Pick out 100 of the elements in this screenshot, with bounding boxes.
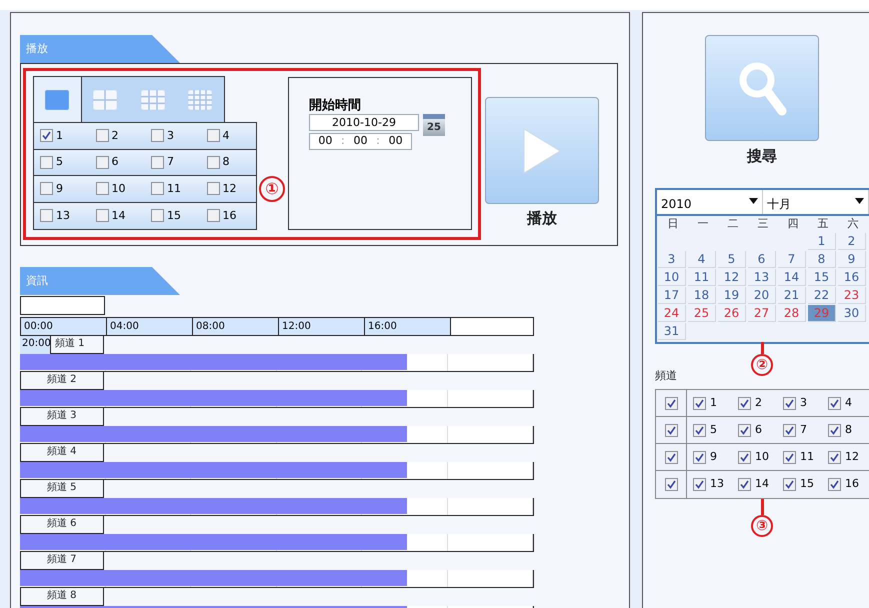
calendar-day[interactable]: 23 <box>838 286 866 304</box>
checkbox[interactable] <box>206 182 220 196</box>
checkbox[interactable] <box>151 129 164 142</box>
calendar-day[interactable]: 15 <box>808 268 836 286</box>
channel-label: 2 <box>755 394 762 411</box>
checked-checkbox[interactable] <box>664 396 678 410</box>
channel-label: 13 <box>56 208 70 224</box>
checkbox[interactable] <box>96 129 108 142</box>
calendar-day[interactable]: 7 <box>778 250 806 268</box>
calendar-day[interactable]: 13 <box>748 268 776 286</box>
checked-checkbox[interactable] <box>693 396 706 410</box>
calendar-day[interactable]: 6 <box>748 250 776 268</box>
channel-label: 11 <box>167 180 181 196</box>
checkbox[interactable] <box>96 182 108 196</box>
checked-checkbox[interactable] <box>693 424 706 436</box>
checked-checkbox[interactable] <box>783 478 796 491</box>
hour-label: 16:00 <box>365 318 451 335</box>
calendar-day[interactable]: 14 <box>778 268 806 286</box>
calendar-day[interactable]: 11 <box>688 268 716 286</box>
calendar-day[interactable]: 3 <box>658 250 686 268</box>
hour-label: 12:00 <box>279 318 365 335</box>
channel-label: 10 <box>112 180 126 196</box>
weekday-label: 六 <box>846 216 860 232</box>
channel-label: 3 <box>800 394 807 411</box>
channel-label: 6 <box>755 422 762 438</box>
calendar-day[interactable]: 27 <box>748 304 776 322</box>
play-icon <box>522 126 562 174</box>
checked-checkbox[interactable] <box>783 450 796 464</box>
checked-checkbox[interactable] <box>664 450 678 464</box>
calendar-day[interactable]: 30 <box>838 304 866 322</box>
checked-checkbox[interactable] <box>738 450 751 464</box>
calendar-day[interactable]: 17 <box>658 286 686 304</box>
channel-label: 6 <box>112 154 118 170</box>
calendar-button[interactable]: 25 <box>423 114 445 136</box>
year-dropdown[interactable]: 2010 <box>657 190 763 214</box>
calendar-day[interactable]: 25 <box>688 304 716 322</box>
channel-label: 1 <box>710 394 717 411</box>
calendar-day[interactable]: 20 <box>748 286 776 304</box>
calendar-day[interactable]: 2 <box>838 232 866 250</box>
calendar-day[interactable]: 9 <box>838 250 866 268</box>
checked-checkbox[interactable] <box>693 450 706 464</box>
checked-checkbox[interactable] <box>738 396 751 410</box>
calendar-day[interactable]: 16 <box>838 268 866 286</box>
checkbox[interactable] <box>206 209 220 222</box>
checkbox[interactable] <box>96 156 108 169</box>
channel-label: 15 <box>800 476 814 492</box>
calendar-day[interactable]: 19 <box>718 286 746 304</box>
checked-checkbox[interactable] <box>40 129 53 142</box>
calendar-day[interactable]: 4 <box>688 250 716 268</box>
weekday-label: 一 <box>696 216 710 232</box>
checked-checkbox[interactable] <box>693 478 706 491</box>
channel-label: 9 <box>710 448 717 465</box>
date-field[interactable]: 2010-10-29 <box>309 114 419 131</box>
channel-name: 頻道 1 <box>54 337 85 351</box>
channel-label: 5 <box>56 154 63 170</box>
channel-label: 12 <box>845 448 859 465</box>
checkbox[interactable] <box>40 156 53 169</box>
checked-checkbox[interactable] <box>738 424 751 436</box>
calendar-day[interactable]: 5 <box>718 250 746 268</box>
checked-checkbox[interactable] <box>828 478 841 491</box>
checkbox[interactable] <box>206 156 220 169</box>
checkbox[interactable] <box>206 129 220 142</box>
channel-label: 5 <box>710 422 717 438</box>
checked-checkbox[interactable] <box>783 396 796 410</box>
calendar-day[interactable]: 18 <box>688 286 716 304</box>
calendar-day[interactable]: 21 <box>778 286 806 304</box>
hour-label: 20:00 <box>20 336 50 354</box>
channel-label: 9 <box>56 180 63 196</box>
checkbox[interactable] <box>151 182 164 196</box>
checked-checkbox[interactable] <box>828 450 841 464</box>
checkbox[interactable] <box>151 156 164 169</box>
layout-tab[interactable] <box>34 77 82 122</box>
calendar-day[interactable]: 22 <box>808 286 836 304</box>
checked-checkbox[interactable] <box>828 396 841 410</box>
calendar-day[interactable]: 10 <box>658 268 686 286</box>
time-part: 00 <box>388 133 403 150</box>
time-field[interactable]: 00 : 00 : 00 <box>309 133 412 150</box>
calendar-day[interactable]: 12 <box>718 268 746 286</box>
calendar-day[interactable]: 31 <box>658 322 686 340</box>
checked-checkbox[interactable] <box>783 424 796 436</box>
month-dropdown[interactable]: 十月 <box>763 190 869 214</box>
calendar-day[interactable]: 8 <box>808 250 836 268</box>
calendar-day[interactable]: 24 <box>658 304 686 322</box>
calendar-day[interactable]: 28 <box>778 304 806 322</box>
checkbox[interactable] <box>40 182 53 196</box>
checked-checkbox[interactable] <box>664 424 678 436</box>
checkbox[interactable] <box>40 209 53 222</box>
hour-label: 08:00 <box>193 318 279 335</box>
grid-icon <box>188 90 212 110</box>
channel-label: 16 <box>845 476 859 492</box>
channel-label: 7 <box>167 154 174 170</box>
calendar-day[interactable]: 1 <box>808 232 836 250</box>
checked-checkbox[interactable] <box>664 478 678 491</box>
checked-checkbox[interactable] <box>738 478 751 491</box>
checked-checkbox[interactable] <box>828 424 841 436</box>
checkbox[interactable] <box>151 209 164 222</box>
dropdown-arrow-icon <box>749 198 758 204</box>
calendar-day[interactable]: 26 <box>718 304 746 322</box>
channel-label: 16 <box>222 208 236 224</box>
checkbox[interactable] <box>96 209 108 222</box>
